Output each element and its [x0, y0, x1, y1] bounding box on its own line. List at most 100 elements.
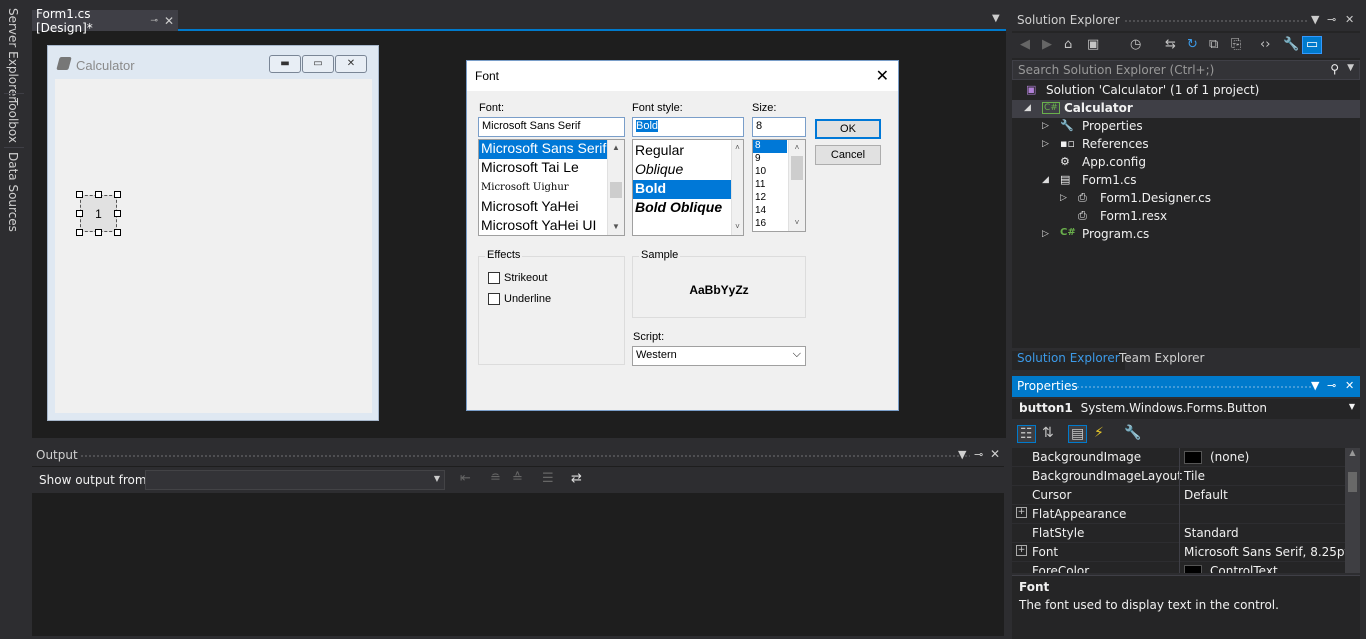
underline-checkbox[interactable] — [488, 293, 500, 305]
find-message-icon[interactable]: ⇤ — [460, 471, 471, 486]
dropdown-icon[interactable]: ▼ — [1311, 13, 1319, 26]
resize-handle[interactable] — [114, 210, 121, 217]
close-icon[interactable]: ✕ — [1345, 13, 1354, 26]
pin-icon[interactable]: ⊸ — [1327, 13, 1336, 26]
clear-all-icon[interactable]: ☰ — [542, 471, 554, 486]
tab-team-explorer[interactable]: Team Explorer — [1119, 351, 1205, 365]
property-row-forecolor[interactable]: ForeColor ControlText — [1012, 562, 1345, 573]
list-item[interactable]: Microsoft Sans Serif — [479, 140, 624, 159]
close-icon[interactable]: ✕ — [990, 447, 1000, 461]
pending-changes-icon[interactable]: ◷ — [1130, 37, 1141, 52]
tree-item-form1[interactable]: ◢ ▤ Form1.cs — [1012, 172, 1360, 190]
side-tab-server-explorer[interactable]: Server Explorer — [6, 8, 20, 101]
size-field[interactable]: 8 — [752, 117, 806, 137]
dropdown-icon[interactable]: ▼ — [958, 448, 966, 461]
alphabetical-icon[interactable]: ⇅ — [1042, 425, 1054, 441]
solution-search-input[interactable]: Search Solution Explorer (Ctrl+;) ⚲ ▼ — [1012, 60, 1360, 80]
tree-item-form1-designer[interactable]: ▷ ⎙ Form1.Designer.cs — [1012, 190, 1360, 208]
tree-item-form1-resx[interactable]: ⎙ Form1.resx — [1012, 208, 1360, 226]
sync-icon[interactable]: ⇆ — [1165, 37, 1176, 52]
scroll-up-icon[interactable]: ▲ — [1345, 448, 1360, 462]
resize-handle[interactable] — [76, 210, 83, 217]
form-client-area[interactable] — [55, 79, 372, 413]
list-item[interactable]: Oblique — [633, 161, 743, 180]
button1[interactable]: 1 — [80, 195, 117, 232]
previous-message-icon[interactable]: ≘ — [490, 471, 501, 486]
expand-arrow-icon[interactable]: ▷ — [1060, 193, 1067, 203]
collapse-all-icon[interactable]: ⧉ — [1209, 37, 1218, 52]
cancel-button[interactable]: Cancel — [815, 145, 881, 165]
size-list[interactable]: 8 9 10 11 12 14 16 ˄ ˅ — [752, 139, 806, 232]
close-icon[interactable]: ✕ — [876, 66, 889, 86]
drag-grip[interactable] — [80, 454, 970, 459]
list-item[interactable]: Microsoft YaHei — [479, 198, 624, 217]
resize-handle[interactable] — [114, 229, 121, 236]
close-button[interactable]: ✕ — [335, 55, 367, 73]
categorized-icon[interactable]: ☷ — [1017, 425, 1036, 443]
maximize-button[interactable]: ▭ — [302, 55, 334, 73]
scroll-thumb[interactable] — [1348, 472, 1357, 492]
property-value[interactable]: Default — [1184, 488, 1228, 502]
dropdown-icon[interactable]: ▼ — [1311, 379, 1319, 392]
home-icon[interactable]: ⌂ — [1064, 37, 1072, 52]
tree-item-app-config[interactable]: ⚙ App.config — [1012, 154, 1360, 172]
scroll-thumb[interactable] — [791, 156, 803, 180]
size-list-scrollbar[interactable]: ˄ ˅ — [788, 140, 805, 231]
property-value[interactable]: Tile — [1184, 469, 1205, 483]
tab-form1-design[interactable]: Form1.cs [Design]* ⊸ ✕ — [32, 7, 178, 35]
scroll-down-icon[interactable]: ˅ — [732, 219, 743, 235]
scroll-down-icon[interactable]: ˅ — [789, 215, 805, 231]
font-style-scrollbar[interactable]: ˄ ˅ — [731, 140, 743, 235]
resize-handle[interactable] — [114, 191, 121, 198]
scroll-down-icon[interactable]: ▼ — [608, 219, 624, 235]
collapse-arrow-icon[interactable]: ◢ — [1024, 103, 1031, 113]
property-value[interactable]: Microsoft Sans Serif, 8.25pt — [1184, 545, 1345, 559]
list-item[interactable]: 8 — [753, 140, 787, 153]
list-item[interactable]: Microsoft Tai Le — [479, 159, 624, 178]
expand-arrow-icon[interactable]: ▷ — [1042, 229, 1049, 239]
list-item[interactable]: Bold — [633, 180, 743, 199]
close-icon[interactable]: ✕ — [1345, 379, 1354, 392]
toggle-word-wrap-icon[interactable]: ⇄ — [571, 471, 582, 486]
resize-handle[interactable] — [95, 191, 102, 198]
expand-icon[interactable]: + — [1016, 545, 1027, 556]
side-tab-toolbox[interactable]: Toolbox — [6, 98, 20, 143]
font-list[interactable]: Microsoft Sans Serif Microsoft Tai Le Mi… — [478, 139, 625, 236]
pin-icon[interactable]: ⊸ — [974, 448, 983, 461]
object-selector[interactable]: button1 System.Windows.Forms.Button ▼ — [1012, 399, 1360, 419]
scroll-up-icon[interactable]: ▲ — [608, 140, 624, 156]
side-tab-data-sources[interactable]: Data Sources — [6, 152, 20, 232]
resize-handle[interactable] — [76, 229, 83, 236]
close-tab-icon[interactable]: ✕ — [164, 14, 174, 28]
property-value[interactable]: Standard — [1184, 526, 1239, 540]
drag-grip[interactable] — [1076, 385, 1311, 390]
tree-item-properties[interactable]: ▷ 🔧 Properties — [1012, 118, 1360, 136]
list-item[interactable]: Bold Oblique — [633, 199, 743, 218]
forward-icon[interactable]: ▶ — [1042, 37, 1052, 52]
show-all-files-icon[interactable]: ⎘ — [1231, 37, 1241, 52]
expand-icon[interactable]: + — [1016, 507, 1027, 518]
preview-icon[interactable]: ▭ — [1302, 36, 1322, 54]
property-grid-scrollbar[interactable]: ▲ — [1345, 448, 1360, 573]
tab-overflow-icon[interactable]: ▼ — [992, 13, 1000, 24]
resize-handle[interactable] — [76, 191, 83, 198]
strikeout-checkbox[interactable] — [488, 272, 500, 284]
properties-icon[interactable]: ▤ — [1068, 425, 1088, 443]
property-row-font[interactable]: + Font Microsoft Sans Serif, 8.25pt — [1012, 543, 1345, 562]
ok-button[interactable]: OK — [815, 119, 881, 139]
drag-grip[interactable] — [1124, 19, 1309, 24]
tree-item-references[interactable]: ▷ ▪▫ References — [1012, 136, 1360, 154]
list-item[interactable]: Regular — [633, 142, 743, 161]
view-code-icon[interactable]: ‹› — [1260, 37, 1270, 52]
switch-views-icon[interactable]: ▣ — [1087, 37, 1099, 52]
tree-item-project[interactable]: ◢ C# Calculator — [1012, 100, 1360, 118]
scroll-thumb[interactable] — [610, 182, 622, 198]
collapse-arrow-icon[interactable]: ◢ — [1042, 175, 1049, 185]
property-pages-icon[interactable]: 🔧 — [1124, 425, 1141, 441]
property-row-flatstyle[interactable]: FlatStyle Standard — [1012, 524, 1345, 543]
refresh-icon[interactable]: ↻ — [1187, 37, 1198, 52]
property-value[interactable]: (none) — [1210, 450, 1249, 464]
font-style-list[interactable]: Regular Oblique Bold Bold Oblique ˄ ˅ — [632, 139, 744, 236]
tab-solution-explorer[interactable]: Solution Explorer — [1012, 351, 1125, 370]
tree-item-program[interactable]: ▷ C# Program.cs — [1012, 226, 1360, 244]
